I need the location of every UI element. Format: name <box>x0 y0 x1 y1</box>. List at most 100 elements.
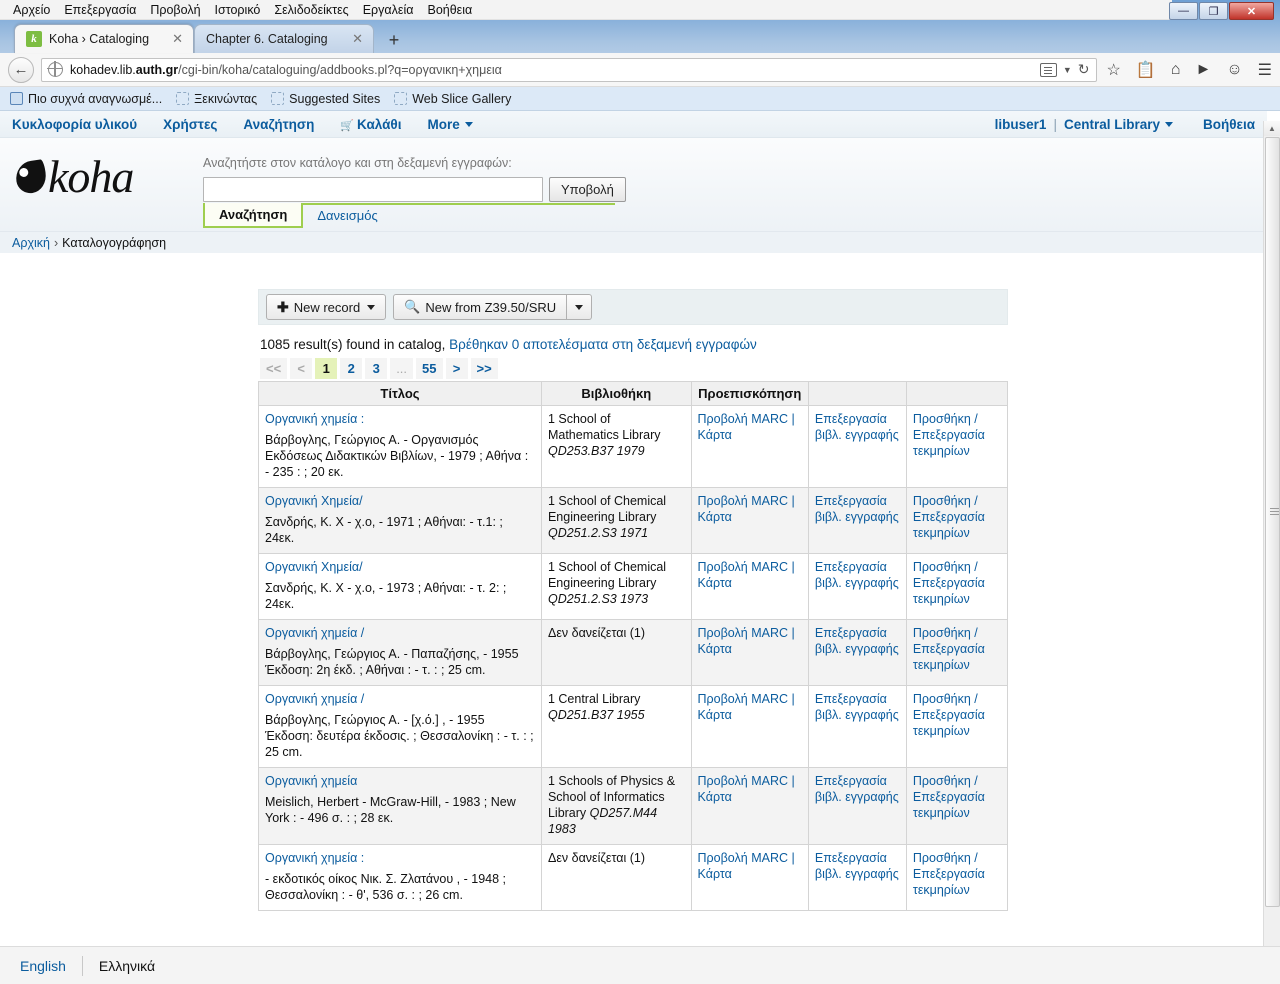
record-title-link[interactable]: Οργανική χημεία <box>265 773 535 789</box>
search-input[interactable] <box>203 177 543 202</box>
edit-biblio-link[interactable]: Επεξεργασία βιβλ. εγγραφής <box>815 494 899 524</box>
reader-mode-icon[interactable] <box>1039 62 1057 77</box>
preview-marc-link[interactable]: Προβολή MARC | Κάρτα <box>698 626 795 656</box>
minimize-button[interactable]: — <box>1169 2 1198 20</box>
search-submit-button[interactable]: Υποβολή <box>549 177 626 202</box>
send-icon[interactable]: ► <box>1195 61 1211 79</box>
nav-patrons[interactable]: Χρήστες <box>163 117 217 132</box>
edit-items-link[interactable]: Προσθήκη / Επεξεργασία τεκμηρίων <box>913 692 985 738</box>
language-english[interactable]: English <box>20 958 66 974</box>
breadcrumb-home[interactable]: Αρχική <box>12 236 50 250</box>
nav-circulation[interactable]: Κυκλοφορία υλικού <box>12 117 137 132</box>
hamburger-menu-icon[interactable]: ☰ <box>1258 60 1272 80</box>
chevron-down-icon <box>464 122 473 128</box>
edit-items-link[interactable]: Προσθήκη / Επεξεργασία τεκμηρίων <box>913 774 985 820</box>
preview-marc-link[interactable]: Προβολή MARC | Κάρτα <box>698 494 795 524</box>
bookmark-suggested-sites[interactable]: Suggested Sites <box>271 92 380 106</box>
edit-items-link[interactable]: Προσθήκη / Επεξεργασία τεκμηρίων <box>913 560 985 606</box>
page-first-button[interactable]: << <box>260 358 288 379</box>
bookmark-star-icon[interactable]: ☆ <box>1107 60 1121 80</box>
close-icon[interactable]: ✕ <box>172 31 183 47</box>
koha-logo[interactable]: koha <box>13 150 134 203</box>
help-link[interactable]: Βοήθεια <box>1203 117 1255 132</box>
preview-marc-link[interactable]: Προβολή MARC | Κάρτα <box>698 560 795 590</box>
new-record-button[interactable]: ✚ New record <box>266 294 387 320</box>
chat-icon[interactable]: ☺ <box>1226 61 1242 79</box>
globe-icon <box>47 61 63 77</box>
edit-items-link[interactable]: Προσθήκη / Επεξεργασία τεκμηρίων <box>913 494 985 540</box>
menu-item-history[interactable]: Ιστορικό <box>208 2 268 18</box>
bookmark-web-slice-gallery[interactable]: Web Slice Gallery <box>394 92 511 106</box>
language-greek[interactable]: Ελληνικά <box>99 958 155 974</box>
nav-more[interactable]: More <box>427 117 473 132</box>
home-icon[interactable]: ⌂ <box>1171 61 1181 79</box>
edit-biblio-link[interactable]: Επεξεργασία βιβλ. εγγραφής <box>815 851 899 881</box>
tab-checkout[interactable]: Δανεισμός <box>303 205 391 228</box>
page-number-2[interactable]: 2 <box>340 358 363 379</box>
page-number-1[interactable]: 1 <box>315 358 338 379</box>
page-number-3[interactable]: 3 <box>365 358 388 379</box>
koha-logo-text: koha <box>48 151 134 202</box>
current-library-link[interactable]: Central Library <box>1064 117 1173 132</box>
edit-biblio-link[interactable]: Επεξεργασία βιβλ. εγγραφής <box>815 560 899 590</box>
record-details: Σανδρής, Κ. Χ - χ.ο, - 1973 ; Αθήναι: - … <box>265 581 507 611</box>
browser-tab-koha[interactable]: k Koha › Cataloging ✕ <box>14 24 194 53</box>
edit-biblio-link[interactable]: Επεξεργασία βιβλ. εγγραφής <box>815 692 899 722</box>
bookmark-most-visited[interactable]: Πιο συχνά αναγνωσμέ... <box>10 92 162 106</box>
record-title-link[interactable]: Οργανική χημεία : <box>265 850 535 866</box>
scroll-up-icon[interactable]: ▲ <box>1264 121 1280 136</box>
page-ellipsis: ... <box>390 358 414 379</box>
menu-item-edit[interactable]: Επεξεργασία <box>57 2 143 18</box>
restore-button[interactable]: ❐ <box>1199 2 1228 20</box>
new-from-z3950-dropdown-button[interactable] <box>567 294 593 320</box>
page-number-55[interactable]: 55 <box>416 358 443 379</box>
page-next-button[interactable]: > <box>445 358 468 379</box>
record-title-link[interactable]: Οργανική χημεία / <box>265 625 535 641</box>
new-from-z3950-button[interactable]: 🔍 New from Z39.50/SRU <box>393 294 568 320</box>
menu-item-help[interactable]: Βοήθεια <box>420 2 479 18</box>
page-prev-button[interactable]: < <box>290 358 313 379</box>
close-button[interactable]: ✕ <box>1229 2 1274 20</box>
clipboard-icon[interactable]: 📋 <box>1136 60 1156 80</box>
record-title-link[interactable]: Οργανική χημεία : <box>265 411 535 427</box>
cell-library: 1 Schools of Physics & School of Informa… <box>540 767 692 845</box>
address-bar-actions: ▼ ↻ <box>1039 61 1092 78</box>
edit-items-link[interactable]: Προσθήκη / Επεξεργασία τεκμηρίων <box>913 851 985 897</box>
edit-biblio-link[interactable]: Επεξεργασία βιβλ. εγγραφής <box>815 412 899 442</box>
koha-user-area: libuser1 | Central Library Βοήθεια <box>995 117 1255 132</box>
reload-icon[interactable]: ↻ <box>1078 61 1090 78</box>
record-title-link[interactable]: Οργανική Χημεία/ <box>265 559 535 575</box>
preview-marc-link[interactable]: Προβολή MARC | Κάρτα <box>698 851 795 881</box>
page-scrollbar[interactable]: ▲ <box>1263 121 1280 946</box>
current-user-link[interactable]: libuser1 <box>995 117 1047 132</box>
tab-catalog-search[interactable]: Αναζήτηση <box>203 203 304 228</box>
edit-biblio-link[interactable]: Επεξεργασία βιβλ. εγγραφής <box>815 774 899 804</box>
reservoir-results-link[interactable]: Βρέθηκαν 0 αποτελέσματα στη δεξαμενή εγγ… <box>449 337 757 352</box>
edit-biblio-link[interactable]: Επεξεργασία βιβλ. εγγραφής <box>815 626 899 656</box>
page-last-button[interactable]: >> <box>470 358 498 379</box>
cell-items: Προσθήκη / Επεξεργασία τεκμηρίων <box>905 619 1009 686</box>
nav-search[interactable]: Αναζήτηση <box>243 117 314 132</box>
record-title-link[interactable]: Οργανική Χημεία/ <box>265 493 535 509</box>
chevron-down-icon[interactable]: ▼ <box>1063 65 1072 75</box>
cell-edit: Επεξεργασία βιβλ. εγγραφής <box>807 685 907 768</box>
edit-items-link[interactable]: Προσθήκη / Επεξεργασία τεκμηρίων <box>913 626 985 672</box>
close-icon[interactable]: ✕ <box>352 31 363 47</box>
record-title-link[interactable]: Οργανική χημεία / <box>265 691 535 707</box>
back-arrow-icon[interactable]: ← <box>8 56 34 83</box>
preview-marc-link[interactable]: Προβολή MARC | Κάρτα <box>698 774 795 804</box>
menu-item-bookmarks[interactable]: Σελιδοδείκτες <box>267 2 355 18</box>
menu-item-tools[interactable]: Εργαλεία <box>356 2 421 18</box>
scrollbar-thumb[interactable] <box>1265 137 1280 907</box>
bookmark-getting-started[interactable]: Ξεκινώντας <box>176 92 257 106</box>
edit-items-link[interactable]: Προσθήκη / Επεξεργασία τεκμηρίων <box>913 412 985 458</box>
browser-tab-chapter6[interactable]: Chapter 6. Cataloging ✕ <box>194 24 374 53</box>
cell-preview: Προβολή MARC | Κάρτα <box>690 553 809 620</box>
menu-item-file[interactable]: Αρχείο <box>6 2 57 18</box>
preview-marc-link[interactable]: Προβολή MARC | Κάρτα <box>698 412 795 442</box>
address-bar[interactable]: kohadev.lib.auth.gr/cgi-bin/koha/catalog… <box>41 57 1097 82</box>
nav-cart[interactable]: 🛒 Καλάθι <box>340 117 401 132</box>
menu-item-view[interactable]: Προβολή <box>143 2 207 18</box>
new-tab-button[interactable]: + <box>380 27 408 53</box>
preview-marc-link[interactable]: Προβολή MARC | Κάρτα <box>698 692 795 722</box>
